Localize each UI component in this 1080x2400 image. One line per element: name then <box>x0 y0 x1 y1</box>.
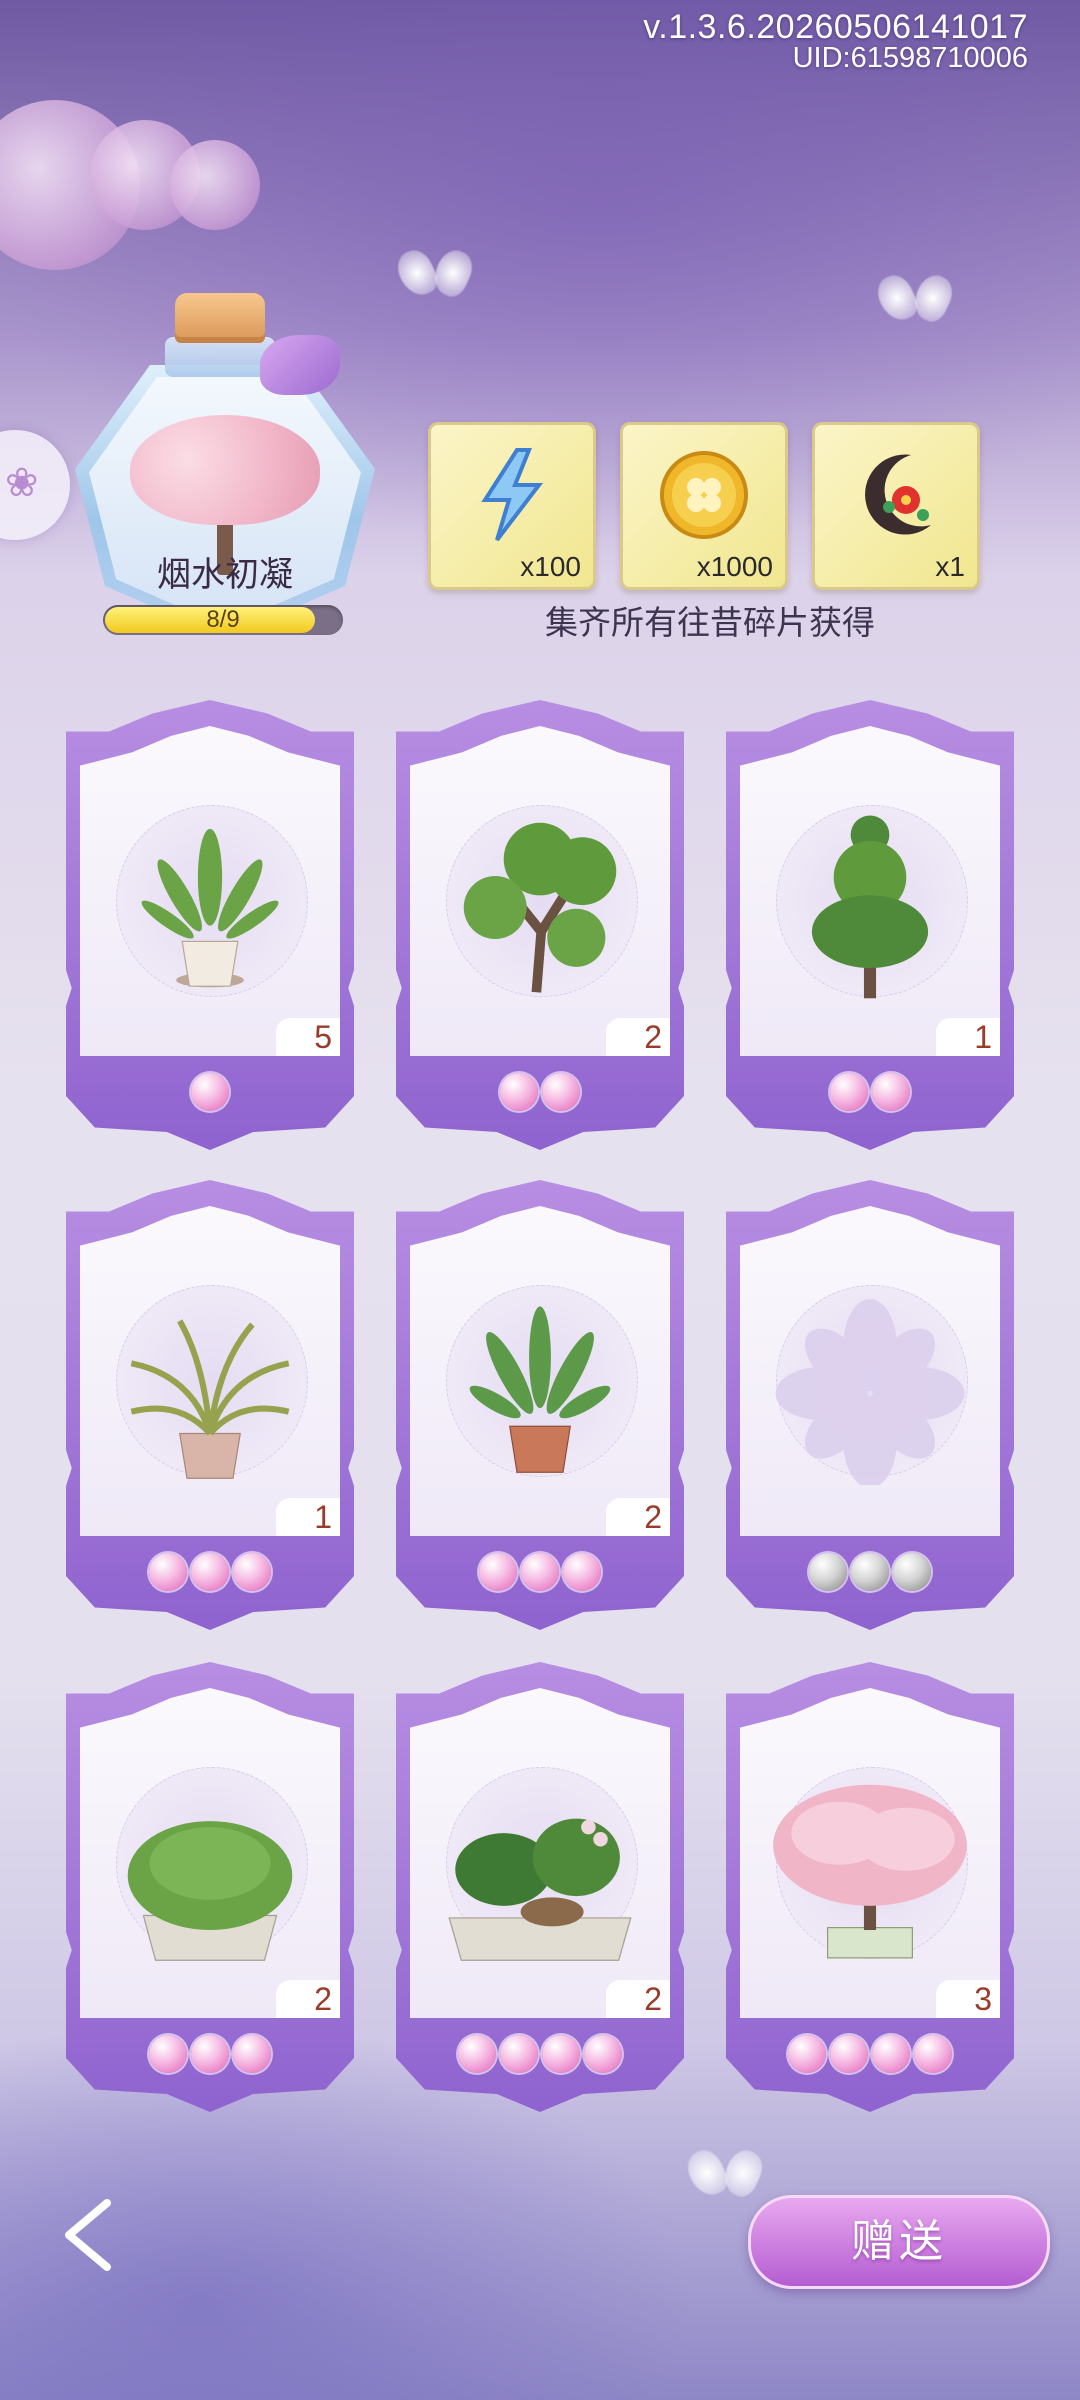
collection-name: 烟水初凝 <box>157 555 293 595</box>
fragment-count: 2 <box>606 1980 670 2018</box>
crescent-flower-hairpin-icon <box>865 454 931 535</box>
rarity-pearls <box>396 2035 684 2077</box>
hedge-planter-icon <box>127 1821 293 1961</box>
empty-placeholder-icon <box>775 1299 965 1485</box>
rarity-pearls <box>66 1553 354 1595</box>
cherry-blossom-tree-icon <box>773 1784 967 1959</box>
rarity-pearls <box>66 1073 354 1115</box>
potted-plant-icon <box>141 828 279 988</box>
pearl-icon <box>191 1073 229 1111</box>
rarity-pearls <box>726 1553 1014 1595</box>
fragment-count: 5 <box>276 1018 340 1056</box>
fragment-card[interactable] <box>726 1180 1014 1630</box>
fragment-card[interactable]: 2 <box>396 1662 684 2112</box>
lightning-energy-icon <box>481 448 544 542</box>
fragment-count: 2 <box>606 1498 670 1536</box>
butterfly-decoration <box>690 2150 760 2200</box>
reward-caption: 集齐所有往昔碎片获得 <box>545 603 875 642</box>
flower-icon: ❀ <box>5 460 39 506</box>
pearl-icon <box>584 2035 622 2073</box>
pearl-icon <box>788 2035 826 2073</box>
bonsai-tree-icon <box>463 822 617 993</box>
collection-jar: 烟水初凝 8/9 <box>75 285 375 645</box>
jar-cherry-tree-icon <box>130 415 320 525</box>
reward-hairpin[interactable]: x1 <box>812 422 980 590</box>
butterfly-decoration <box>880 275 950 325</box>
pearl-icon <box>191 1553 229 1591</box>
side-tab[interactable]: ❀ <box>0 430 70 540</box>
pearl-icon <box>233 1553 271 1591</box>
pearl-icon <box>851 1553 889 1591</box>
pearl-icon <box>149 1553 187 1591</box>
rarity-pearls <box>396 1553 684 1595</box>
gold-clover-coin-icon <box>660 451 748 539</box>
pearl-icon <box>542 1073 580 1111</box>
topiary-tree-icon <box>811 815 929 999</box>
fragment-card[interactable]: 2 <box>66 1662 354 2112</box>
reward-qty: x1 <box>935 551 965 582</box>
collection-progress-bar: 8/9 <box>103 605 343 635</box>
rarity-pearls <box>66 2035 354 2077</box>
back-button[interactable] <box>55 2195 125 2275</box>
bird-of-paradise-icon <box>469 1306 611 1473</box>
fragment-card[interactable]: 1 <box>66 1180 354 1630</box>
fragment-count: 2 <box>606 1018 670 1056</box>
butterfly-decoration <box>400 250 470 300</box>
pearl-icon <box>563 1553 601 1591</box>
pearl-icon <box>458 2035 496 2073</box>
pearl-icon <box>872 2035 910 2073</box>
pearl-icon <box>500 1073 538 1111</box>
reward-qty: x100 <box>520 551 581 582</box>
uid-text: UID:61598710006 <box>792 42 1028 74</box>
fragment-count: 3 <box>936 1980 1000 2018</box>
pearl-icon <box>521 1553 559 1591</box>
pearl-icon <box>542 2035 580 2073</box>
jar-bow <box>260 335 340 395</box>
fragment-count: 2 <box>276 1980 340 2018</box>
fragment-card[interactable]: 1 <box>726 700 1014 1150</box>
blossom-decoration <box>170 140 260 230</box>
pearl-icon <box>149 2035 187 2073</box>
fragment-card[interactable]: 2 <box>396 700 684 1150</box>
reward-energy[interactable]: x100 <box>428 422 596 590</box>
monstera-garden-icon <box>448 1818 632 1961</box>
pearl-icon <box>500 2035 538 2073</box>
pearl-icon <box>830 1073 868 1111</box>
reward-qty: x1000 <box>696 551 773 582</box>
fragment-card[interactable]: 3 <box>726 1662 1014 2112</box>
palm-potted-icon <box>130 1319 290 1479</box>
rarity-pearls <box>726 2035 1014 2077</box>
back-arrow-icon <box>65 2199 111 2271</box>
pearl-icon <box>479 1553 517 1591</box>
pearl-icon <box>191 2035 229 2073</box>
fragment-count: 1 <box>276 1498 340 1536</box>
jar-neck <box>165 337 275 377</box>
rarity-pearls <box>396 1073 684 1115</box>
pearl-icon <box>233 2035 271 2073</box>
reward-coin[interactable]: x1000 <box>620 422 788 590</box>
fragment-card[interactable]: 2 <box>396 1180 684 1630</box>
jar-cork <box>175 293 265 343</box>
pearl-icon <box>830 2035 868 2073</box>
pearl-icon <box>872 1073 910 1111</box>
rarity-pearls <box>726 1073 1014 1115</box>
pearl-icon <box>893 1553 931 1591</box>
pearl-icon <box>914 2035 952 2073</box>
gift-button[interactable]: 赠送 <box>748 2195 1050 2289</box>
fragment-count: 1 <box>936 1018 1000 1056</box>
fragment-card[interactable]: 5 <box>66 700 354 1150</box>
pearl-icon <box>809 1553 847 1591</box>
progress-text: 8/9 <box>206 606 240 633</box>
